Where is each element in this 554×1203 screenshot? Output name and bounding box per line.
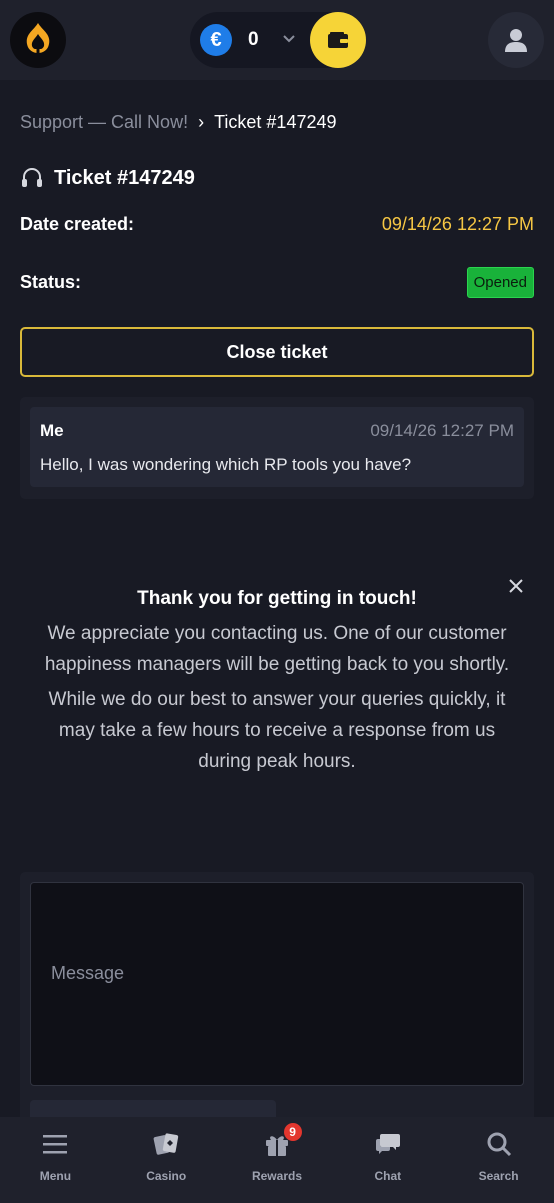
ticket-heading: Ticket #147249 (20, 166, 195, 190)
nav-item-search[interactable]: Search (443, 1117, 554, 1203)
balance-value: 0 (248, 29, 259, 50)
nav-item-chat[interactable]: Chat (332, 1117, 443, 1203)
user-icon (505, 29, 527, 52)
close-ticket-button[interactable]: Close ticket (20, 327, 534, 377)
notice-title: Thank you for getting in touch! (137, 588, 417, 609)
nav-label-menu: Menu (39, 1169, 72, 1183)
wallet-icon (328, 32, 348, 48)
date-row: Date created: 09/14/26 12:27 PM (20, 210, 534, 238)
status-badge: Opened (466, 266, 534, 298)
message-text: Hello, I was wondering which RP tools yo… (40, 455, 412, 474)
status-label: Status: (20, 271, 82, 292)
nav-label-casino: Casino (146, 1169, 187, 1183)
profile-button[interactable] (488, 12, 544, 68)
date-value: 09/14/26 12:27 PM (381, 213, 534, 234)
top-bar: € 0 (0, 0, 554, 80)
headset-icon (22, 168, 42, 187)
message-time: 09/14/26 12:27 PM (370, 421, 514, 440)
breadcrumb-current: Ticket #147249 (214, 112, 337, 132)
breadcrumb: Support — Call Now! › Ticket #147249 (20, 112, 337, 133)
chat-icon (373, 1129, 403, 1159)
breadcrumb-separator: › (198, 112, 205, 132)
balance-selector[interactable]: € 0 (190, 12, 366, 68)
rewards-badge: 9 (283, 1123, 302, 1141)
date-label: Date created: (20, 213, 135, 234)
search-icon (484, 1129, 514, 1159)
wallet-button[interactable] (310, 12, 366, 68)
notice-panel: Thank you for getting in touch! We appre… (30, 588, 524, 777)
nav-label-rewards: Rewards (251, 1169, 302, 1183)
nav-label-search: Search (478, 1169, 519, 1183)
ticket-title: Ticket #147249 (54, 166, 195, 189)
message-author: Me (40, 421, 64, 440)
nav-item-menu[interactable]: Menu (0, 1117, 111, 1203)
euro-icon: € (200, 24, 232, 56)
composer (20, 872, 534, 1140)
chevron-down-icon[interactable] (282, 32, 296, 46)
bottom-nav: Menu Casino 9 Rewards Chat Search (0, 1117, 554, 1203)
message-card: Me 09/14/26 12:27 PM Hello, I was wonder… (30, 407, 524, 487)
message-thread: Me 09/14/26 12:27 PM Hello, I was wonder… (20, 397, 534, 499)
logo[interactable] (10, 12, 66, 68)
nav-item-casino[interactable]: Casino (111, 1117, 222, 1203)
notice-paragraph-2: While we do our best to answer your quer… (48, 689, 506, 772)
nav-item-rewards[interactable]: 9 Rewards (222, 1117, 333, 1203)
status-row: Status: Opened (20, 266, 534, 298)
cards-icon (151, 1129, 181, 1159)
notice-paragraph-1: We appreciate you contacting us. One of … (44, 623, 510, 675)
message-input[interactable] (30, 882, 524, 1086)
flame-spade-icon (26, 23, 50, 54)
menu-icon (40, 1129, 70, 1159)
nav-label-chat: Chat (374, 1169, 402, 1183)
breadcrumb-support-link[interactable]: Support — Call Now! (20, 112, 188, 133)
